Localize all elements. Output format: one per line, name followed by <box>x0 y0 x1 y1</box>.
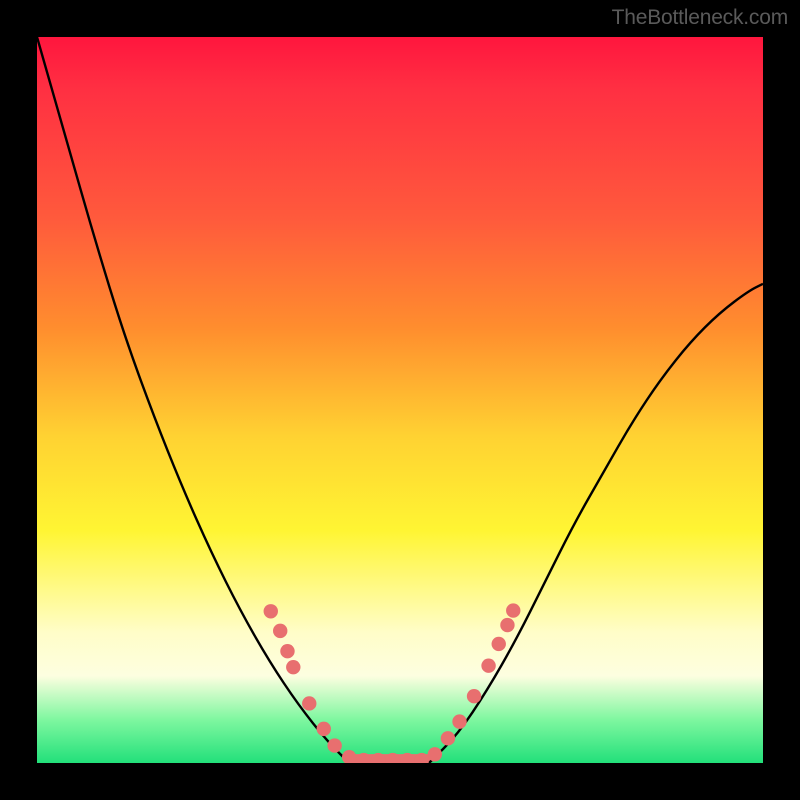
pink-dot <box>506 603 520 617</box>
chart-svg <box>37 37 763 763</box>
pink-dot <box>286 660 300 674</box>
chart-container: TheBottleneck.com <box>0 0 800 800</box>
pink-dot <box>428 747 442 761</box>
plot-area <box>37 37 763 763</box>
left-curve <box>37 37 349 763</box>
pink-dot <box>441 731 455 745</box>
pink-dot <box>342 750 356 763</box>
pink-dot <box>264 604 278 618</box>
pink-dot <box>467 689 481 703</box>
pink-dot <box>302 696 316 710</box>
pink-dot <box>500 618 514 632</box>
pink-dot <box>317 722 331 736</box>
pink-dot <box>273 624 287 638</box>
pink-dot <box>452 714 466 728</box>
pink-dot <box>492 637 506 651</box>
watermark-text: TheBottleneck.com <box>612 6 788 30</box>
pink-dot <box>327 738 341 752</box>
pink-dot <box>481 659 495 673</box>
pink-dot <box>280 644 294 658</box>
pink-dots-group <box>264 603 521 763</box>
